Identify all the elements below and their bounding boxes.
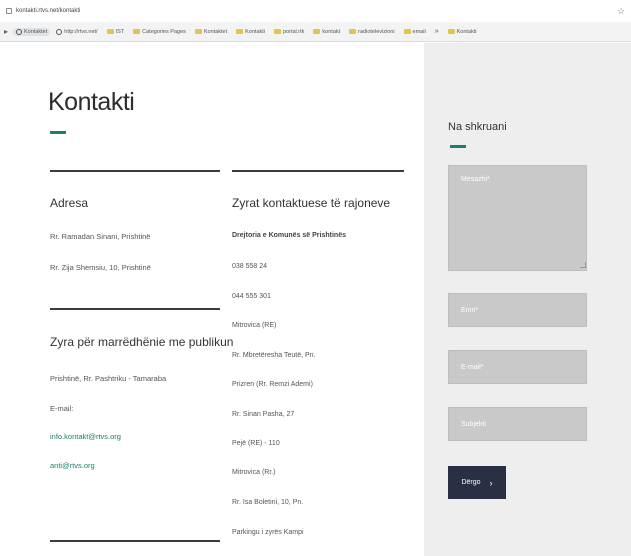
- bookmark-item[interactable]: radiotelevizioni: [346, 28, 397, 36]
- page-title: Kontakti: [48, 88, 135, 116]
- folder-icon: [236, 29, 244, 34]
- page: Kontakti Adresa Rr. Ramadan Sinani, Pris…: [0, 43, 631, 556]
- regional-line: Drejtoria e Komunës së Prishtinës: [232, 232, 346, 239]
- folder-icon: [403, 29, 411, 34]
- regional-line: Rr. Mbretëresha Teutë, Pn.: [232, 352, 316, 359]
- folder-icon: [349, 29, 357, 34]
- email-link[interactable]: anti@rtvs.org: [50, 461, 95, 470]
- form-title-accent-line: [450, 145, 466, 148]
- folder-icon: [133, 29, 141, 34]
- title-accent-line: [50, 131, 66, 134]
- chevron-right-icon: »: [434, 28, 439, 35]
- lock-icon: [6, 8, 12, 14]
- email-link[interactable]: info.kontakt@rtvs.org: [50, 432, 121, 441]
- regional-line: Rr. Sinan Pasha, 27: [232, 411, 295, 418]
- regional-line: 038 558 24: [232, 263, 268, 270]
- regional-line: Mitrovica (Rr.): [232, 469, 276, 476]
- bookmark-item[interactable]: kontakt: [310, 28, 343, 36]
- name-field[interactable]: Emri*: [448, 293, 587, 327]
- folder-icon: [274, 29, 282, 34]
- email-label: E-mail:: [50, 404, 74, 413]
- email-field[interactable]: E-mail*: [448, 350, 587, 384]
- divider: [50, 308, 220, 310]
- email-placeholder: E-mail*: [461, 364, 484, 371]
- regional-line: Parkingu i zyrës Kampi: [232, 529, 304, 536]
- bookmarks-overflow[interactable]: »: [432, 27, 442, 36]
- bookmark-star-icon[interactable]: ☆: [617, 6, 625, 17]
- regional-line: Mitrovica (RE): [232, 322, 277, 329]
- globe-icon: [56, 28, 63, 35]
- bookmark-item[interactable]: IST: [104, 28, 128, 36]
- send-button[interactable]: Dërgo ›: [448, 466, 506, 499]
- subject-field[interactable]: Subjekti: [448, 407, 587, 441]
- public-office-heading: Zyra për marrëdhënie me publikun: [50, 335, 234, 349]
- divider: [50, 540, 220, 542]
- subject-placeholder: Subjekti: [461, 421, 486, 428]
- address-line: Rr. Ramadan Sinani, Prishtinë: [50, 232, 151, 241]
- folder-icon: [194, 29, 202, 34]
- resize-handle-icon[interactable]: [580, 262, 586, 268]
- chevron-right-icon: ›: [489, 477, 493, 488]
- address-heading: Adresa: [50, 196, 89, 210]
- address-line: Rr. Zija Shemsiu, 10, Prishtinë: [50, 263, 151, 272]
- bookmark-item[interactable]: portal.rtk: [271, 28, 307, 36]
- bookmark-item[interactable]: Categories Pages: [130, 28, 189, 36]
- bookmark-item[interactable]: Kontaktet: [192, 28, 230, 36]
- folder-icon: [106, 29, 114, 34]
- bookmark-item[interactable]: http://rtvs.net/: [53, 28, 100, 36]
- regional-line: 044 555 301: [232, 293, 271, 300]
- bookmark-item[interactable]: Kontakti: [233, 28, 268, 36]
- globe-icon: [16, 28, 23, 35]
- divider: [232, 170, 404, 172]
- folder-icon: [447, 29, 455, 34]
- name-placeholder: Emri*: [461, 307, 479, 314]
- regional-line: Rr. Isa Boletini, 10, Pn.: [232, 499, 304, 506]
- form-title: Na shkruani: [448, 121, 507, 133]
- bookmark-item[interactable]: email: [401, 28, 429, 36]
- address-bar[interactable]: kontakti.rtvs.net/kontakti ☆: [0, 0, 631, 22]
- regional-offices-heading: Zyrat kontaktuese të rajoneve: [232, 196, 391, 210]
- regional-line: Pejë (RE) - 110: [232, 440, 280, 447]
- folder-icon: [313, 29, 321, 34]
- message-textarea[interactable]: Mesazhi*: [448, 165, 587, 271]
- public-office-line: Prishtinë, Rr. Pashtriku - Tamaraba: [50, 374, 167, 383]
- apps-icon[interactable]: ▸: [4, 27, 8, 36]
- regional-line: Prizren (Rr. Remzi Ademi): [232, 381, 313, 388]
- bookmark-item[interactable]: Kontakti: [445, 28, 480, 36]
- bookmark-item[interactable]: Kontaktet: [13, 27, 51, 36]
- bookmarks-bar: ▸ Kontaktet http://rtvs.net/ IST Categor…: [0, 22, 631, 42]
- message-placeholder: Mesazhi*: [461, 176, 490, 183]
- url-text[interactable]: kontakti.rtvs.net/kontakti: [16, 8, 80, 14]
- send-label: Dërgo: [461, 479, 481, 486]
- divider: [50, 170, 220, 172]
